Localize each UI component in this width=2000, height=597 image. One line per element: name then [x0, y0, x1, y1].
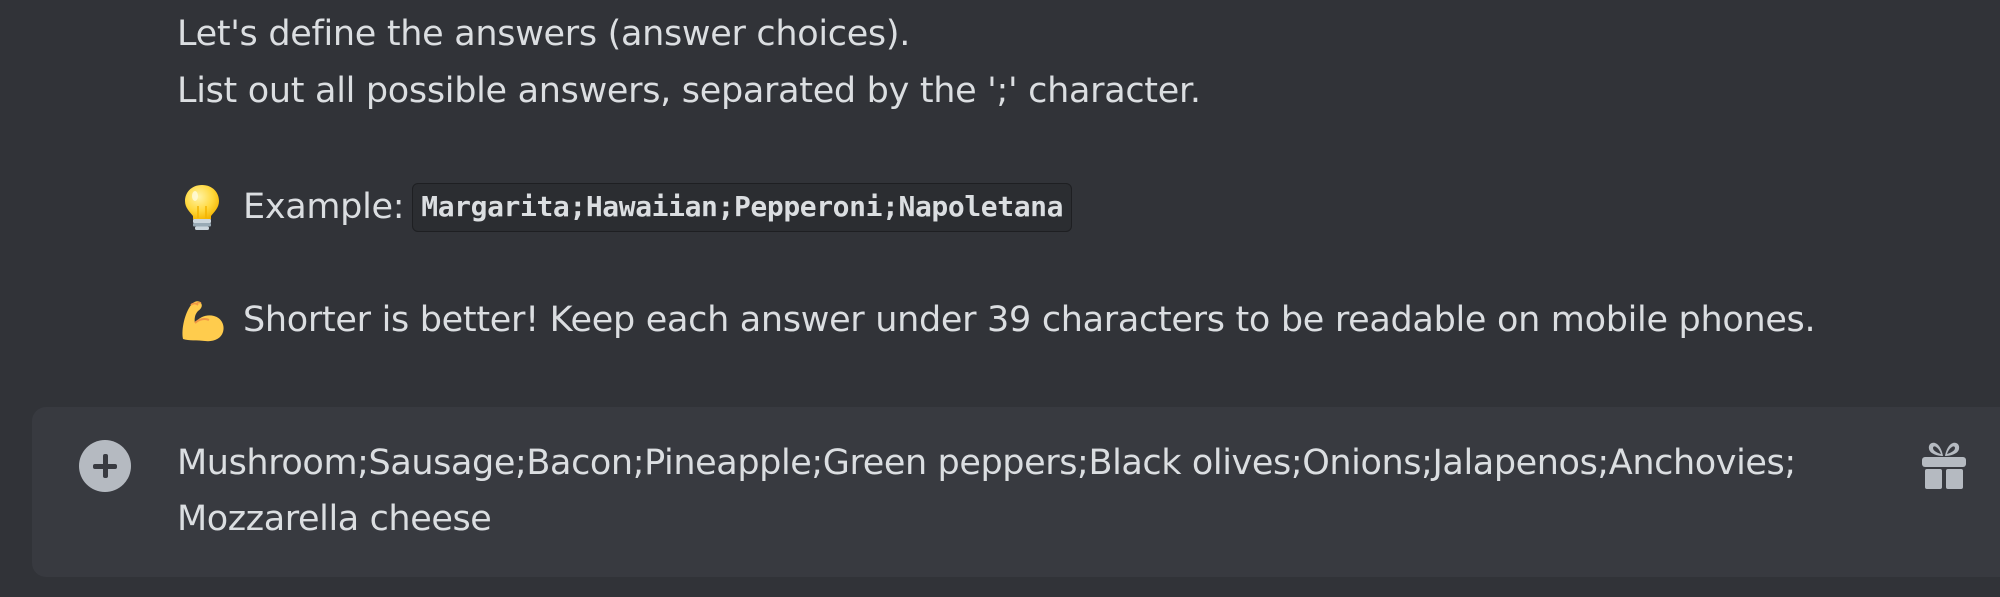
example-line: Example: Margarita;Hawaiian;Pepperoni;Na…: [177, 182, 1073, 232]
tip-text: Shorter is better! Keep each answer unde…: [243, 300, 1816, 340]
example-code: Margarita;Hawaiian;Pepperoni;Napoletana: [412, 182, 1073, 232]
message-line-list-answers: List out all possible answers, separated…: [177, 71, 1201, 111]
example-label: Example:: [243, 187, 405, 227]
message-line-define-answers: Let's define the answers (answer choices…: [177, 14, 911, 54]
bot-message: Let's define the answers (answer choices…: [0, 0, 2000, 400]
flexed-biceps-icon: [177, 295, 227, 345]
tip-line: Shorter is better! Keep each answer unde…: [177, 295, 1816, 345]
message-input[interactable]: Mushroom;Sausage;Bacon;Pineapple;Green p…: [177, 435, 1857, 547]
message-composer: Mushroom;Sausage;Bacon;Pineapple;Green p…: [32, 407, 2000, 577]
gift-icon[interactable]: [1914, 437, 1974, 497]
plus-circle-icon[interactable]: [79, 440, 131, 492]
lightbulb-icon: [177, 182, 227, 232]
